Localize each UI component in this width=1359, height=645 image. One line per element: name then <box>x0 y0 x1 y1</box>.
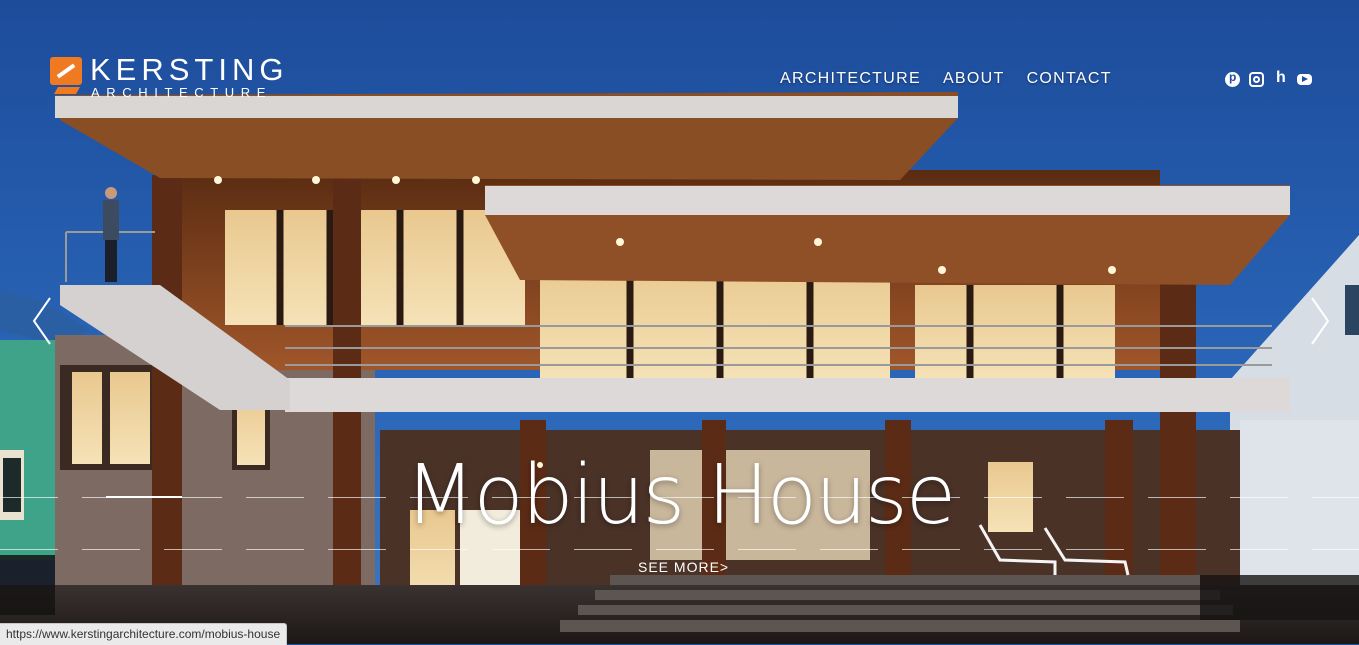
social-links <box>1225 69 1312 87</box>
houzz-icon[interactable] <box>1273 69 1288 87</box>
nav-contact-link[interactable]: CONTACT <box>1027 70 1112 88</box>
next-slide-button[interactable] <box>1308 296 1332 346</box>
youtube-icon[interactable] <box>1297 74 1312 85</box>
logo-tail-icon <box>53 87 81 94</box>
slide-title: Mobius House <box>404 448 956 543</box>
prev-slide-button[interactable] <box>30 296 54 346</box>
chevron-left-icon <box>32 297 51 345</box>
pinterest-icon[interactable] <box>1225 70 1240 87</box>
chevron-right-icon <box>1311 297 1330 345</box>
site-header: KERSTING ARCHITECTURE ARCHITECTURE ABOUT… <box>0 0 1359 110</box>
logo-tagline: ARCHITECTURE <box>91 85 273 100</box>
decorative-line-bottom <box>0 549 1359 550</box>
browser-status-url: https://www.kerstingarchitecture.com/mob… <box>0 623 288 645</box>
logo-name: KERSTING <box>90 52 289 87</box>
logo-mark-icon <box>50 57 82 85</box>
nav-about-link[interactable]: ABOUT <box>943 70 1005 88</box>
main-nav: ARCHITECTURE ABOUT CONTACT <box>780 70 1112 88</box>
instagram-icon[interactable] <box>1249 72 1264 87</box>
see-more-link[interactable]: SEE MORE> <box>638 559 729 575</box>
nav-architecture-link[interactable]: ARCHITECTURE <box>780 70 921 88</box>
